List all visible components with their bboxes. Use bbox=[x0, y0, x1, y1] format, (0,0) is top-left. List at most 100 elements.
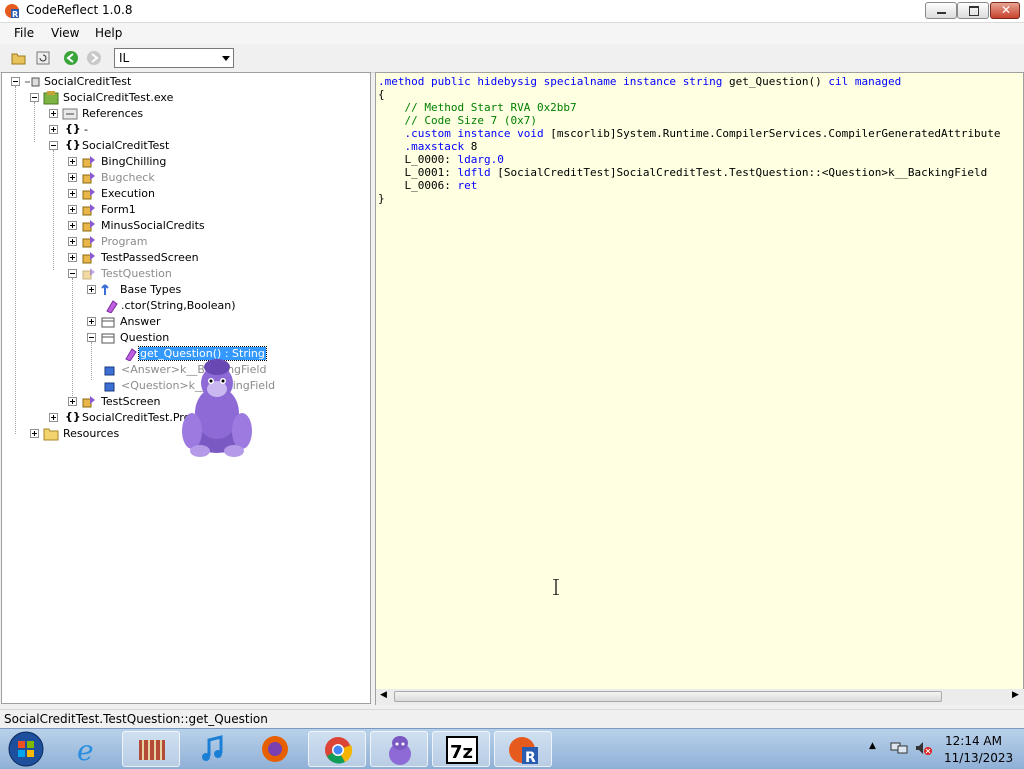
expand-toggle[interactable] bbox=[68, 173, 77, 182]
music-note-icon bbox=[202, 735, 223, 761]
code-text: L_0000: ldarg.0 bbox=[378, 153, 504, 166]
collapse-toggle[interactable] bbox=[87, 333, 96, 342]
taskbar-firefox[interactable] bbox=[246, 731, 304, 767]
taskbar: e 7z R ▲ 12:14 AM 11/13/2023 bbox=[0, 728, 1024, 769]
property-icon bbox=[101, 317, 115, 328]
taskbar-chrome[interactable] bbox=[308, 731, 366, 767]
tree-node-namespace-empty[interactable]: - bbox=[84, 123, 88, 136]
tree-node-class-testquestion[interactable]: TestQuestion bbox=[101, 267, 172, 280]
tree-node-property[interactable]: Question bbox=[120, 331, 169, 344]
close-button[interactable]: ✕ bbox=[990, 2, 1020, 19]
text-cursor-icon bbox=[553, 579, 559, 595]
code-view[interactable]: .method public hidebysig specialname ins… bbox=[375, 72, 1024, 705]
class-icon bbox=[82, 188, 95, 200]
tree-node-class[interactable]: TestPassedScreen bbox=[101, 251, 199, 264]
assembly-icon bbox=[43, 91, 59, 105]
property-icon bbox=[101, 333, 115, 344]
restore-button[interactable] bbox=[957, 2, 989, 19]
tree-node-class[interactable]: Program bbox=[101, 235, 147, 248]
collapse-toggle[interactable] bbox=[68, 269, 77, 278]
code-text: L_0006: ret bbox=[378, 179, 478, 192]
volume-muted-icon[interactable] bbox=[914, 740, 932, 756]
tree-node-class[interactable]: Form1 bbox=[101, 203, 136, 216]
taskbar-7zip[interactable]: 7z bbox=[432, 731, 490, 767]
menu-help[interactable]: Help bbox=[95, 26, 122, 40]
tree-node-property[interactable]: Answer bbox=[120, 315, 161, 328]
expand-toggle[interactable] bbox=[87, 317, 96, 326]
expand-toggle[interactable] bbox=[68, 157, 77, 166]
expand-toggle[interactable] bbox=[87, 285, 96, 294]
tree-node-class[interactable]: MinusSocialCredits bbox=[101, 219, 205, 232]
menu-view[interactable]: View bbox=[51, 26, 79, 40]
expand-toggle[interactable] bbox=[49, 413, 58, 422]
bonzi-buddy-avatar[interactable] bbox=[178, 355, 256, 459]
tree-line bbox=[15, 86, 16, 434]
tree-node-namespace[interactable]: SocialCreditTest bbox=[82, 139, 169, 152]
class-icon bbox=[82, 172, 95, 184]
scroll-right-icon[interactable]: ▶ bbox=[1012, 690, 1019, 700]
expand-toggle[interactable] bbox=[68, 189, 77, 198]
title-bar[interactable]: R CodeReflect 1.0.8 ✕ bbox=[0, 0, 1024, 23]
tree-node-class[interactable]: BingChilling bbox=[101, 155, 166, 168]
class-icon bbox=[82, 236, 95, 248]
tree-node-class[interactable]: Bugcheck bbox=[101, 171, 155, 184]
code-text: L_0001: ldfld [SocialCreditTest]SocialCr… bbox=[378, 166, 988, 179]
tree-node-class[interactable]: TestScreen bbox=[101, 395, 160, 408]
clock-time[interactable]: 12:14 AM bbox=[945, 734, 1002, 748]
svg-text:R: R bbox=[12, 10, 18, 19]
expand-toggle[interactable] bbox=[30, 429, 39, 438]
refresh-icon[interactable] bbox=[35, 50, 51, 66]
expand-toggle[interactable] bbox=[68, 221, 77, 230]
horizontal-scrollbar[interactable]: ◀ ▶ bbox=[376, 689, 1024, 705]
namespace-icon: {} bbox=[65, 122, 81, 135]
scrollbar-thumb[interactable] bbox=[394, 691, 942, 702]
start-button-icon[interactable] bbox=[6, 730, 46, 768]
collapse-toggle[interactable] bbox=[11, 77, 20, 86]
close-icon: ✕ bbox=[1001, 3, 1012, 17]
code-line: L_0006: ret bbox=[378, 179, 477, 192]
taskbar-library-manager[interactable] bbox=[122, 731, 180, 767]
code-text: .method public hidebysig specialname ins… bbox=[378, 75, 902, 88]
tree-node-exe[interactable]: SocialCreditTest.exe bbox=[63, 91, 173, 104]
network-icon[interactable] bbox=[890, 740, 908, 756]
show-hidden-icons-icon[interactable]: ▲ bbox=[869, 741, 876, 751]
taskbar-bonzibuddy[interactable] bbox=[370, 731, 428, 767]
collapse-toggle[interactable] bbox=[30, 93, 39, 102]
open-folder-icon[interactable] bbox=[11, 50, 27, 66]
forward-arrow-icon[interactable] bbox=[86, 50, 102, 66]
clock-date[interactable]: 11/13/2023 bbox=[944, 751, 1013, 765]
folder-icon bbox=[43, 428, 59, 441]
code-line: .method public hidebysig specialname ins… bbox=[378, 75, 901, 88]
tree-line bbox=[72, 278, 73, 398]
menu-file[interactable]: File bbox=[14, 26, 34, 40]
tree-node-base-types[interactable]: Base Types bbox=[120, 283, 181, 296]
code-line: } bbox=[378, 192, 385, 205]
taskbar-itunes[interactable] bbox=[184, 731, 242, 767]
expand-toggle[interactable] bbox=[68, 237, 77, 246]
expand-toggle[interactable] bbox=[49, 125, 58, 134]
class-icon bbox=[82, 156, 95, 168]
expand-toggle[interactable] bbox=[49, 109, 58, 118]
tree-node-root[interactable]: SocialCreditTest bbox=[44, 75, 131, 88]
language-select[interactable]: IL bbox=[114, 48, 234, 68]
tree-node-constructor[interactable]: .ctor(String,Boolean) bbox=[121, 299, 236, 312]
tree-node-references[interactable]: References bbox=[82, 107, 143, 120]
back-arrow-icon[interactable] bbox=[63, 50, 79, 66]
tree-node-class[interactable]: Execution bbox=[101, 187, 155, 200]
expand-toggle[interactable] bbox=[68, 253, 77, 262]
code-line: L_0001: ldfld [SocialCreditTest]SocialCr… bbox=[378, 166, 987, 179]
collapse-toggle[interactable] bbox=[49, 141, 58, 150]
code-comment: // Code Size 7 (0x7) bbox=[378, 114, 537, 127]
taskbar-internet-explorer[interactable]: e bbox=[60, 731, 118, 767]
code-comment: // Method Start RVA 0x2bb7 bbox=[378, 101, 577, 114]
scroll-left-icon[interactable]: ◀ bbox=[380, 690, 387, 700]
tree-node-resources[interactable]: Resources bbox=[63, 427, 119, 440]
internet-explorer-icon: e bbox=[77, 734, 94, 764]
menu-bar: File View Help bbox=[0, 23, 1024, 44]
namespace-icon: {} bbox=[65, 138, 81, 151]
minimize-button[interactable] bbox=[925, 2, 957, 19]
svg-text:e: e bbox=[77, 734, 94, 764]
taskbar-codereflect[interactable]: R bbox=[494, 731, 552, 767]
expand-toggle[interactable] bbox=[68, 397, 77, 406]
expand-toggle[interactable] bbox=[68, 205, 77, 214]
